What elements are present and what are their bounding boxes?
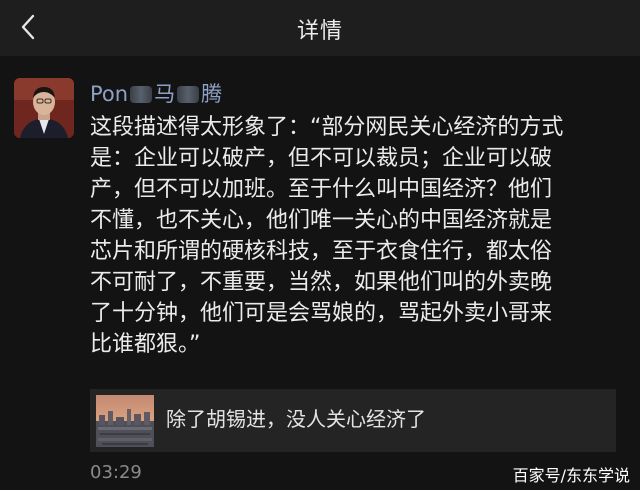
author-name-middle: 马 bbox=[154, 82, 176, 106]
author-name-prefix: Pon bbox=[90, 82, 129, 106]
author-name-suffix: 腾 bbox=[201, 82, 223, 106]
post-text-line: 产，但不可以加班。至于什么叫中国经济？他们 bbox=[90, 177, 553, 202]
post-text-line: 不可耐了，不重要，当然，如果他们叫的外卖晚 bbox=[90, 270, 553, 295]
post-text-line: 芯片和所谓的硬核科技，至于衣食住行，都太俗 bbox=[90, 239, 553, 264]
post-text: 这段描述得太形象了：“部分网民关心经济的方式 是：企业可以破产，但不可以裁员；企… bbox=[90, 112, 630, 360]
post-text-line: 是：企业可以破产，但不可以裁员；企业可以破 bbox=[90, 146, 553, 171]
post-text-line: 比谁都狠。” bbox=[90, 332, 201, 357]
shared-link-card[interactable]: 除了胡锡进，没人关心经济了 bbox=[90, 389, 616, 452]
author-name[interactable]: Pon 马 腾 bbox=[90, 78, 222, 108]
shared-link-thumbnail bbox=[96, 395, 154, 447]
post-text-line: 这段描述得太形象了：“部分网民关心经济的方式 bbox=[90, 115, 564, 140]
post-text-line: 了十分钟，他们可是会骂娘的，骂起外卖小哥来 bbox=[90, 301, 553, 326]
nav-bar: 详情 bbox=[0, 0, 640, 56]
source-watermark: 百家号/东东学说 bbox=[512, 466, 630, 485]
redaction-blur bbox=[130, 86, 153, 103]
post-text-line: 不懂，也不关心，他们唯一关心的中国经济就是 bbox=[90, 208, 553, 233]
shared-link-title: 除了胡锡进，没人关心经济了 bbox=[166, 407, 426, 431]
page-title: 详情 bbox=[296, 19, 343, 44]
redaction-blur bbox=[177, 86, 200, 103]
post-timestamp: 03:29 bbox=[90, 462, 142, 483]
avatar[interactable] bbox=[14, 78, 74, 138]
